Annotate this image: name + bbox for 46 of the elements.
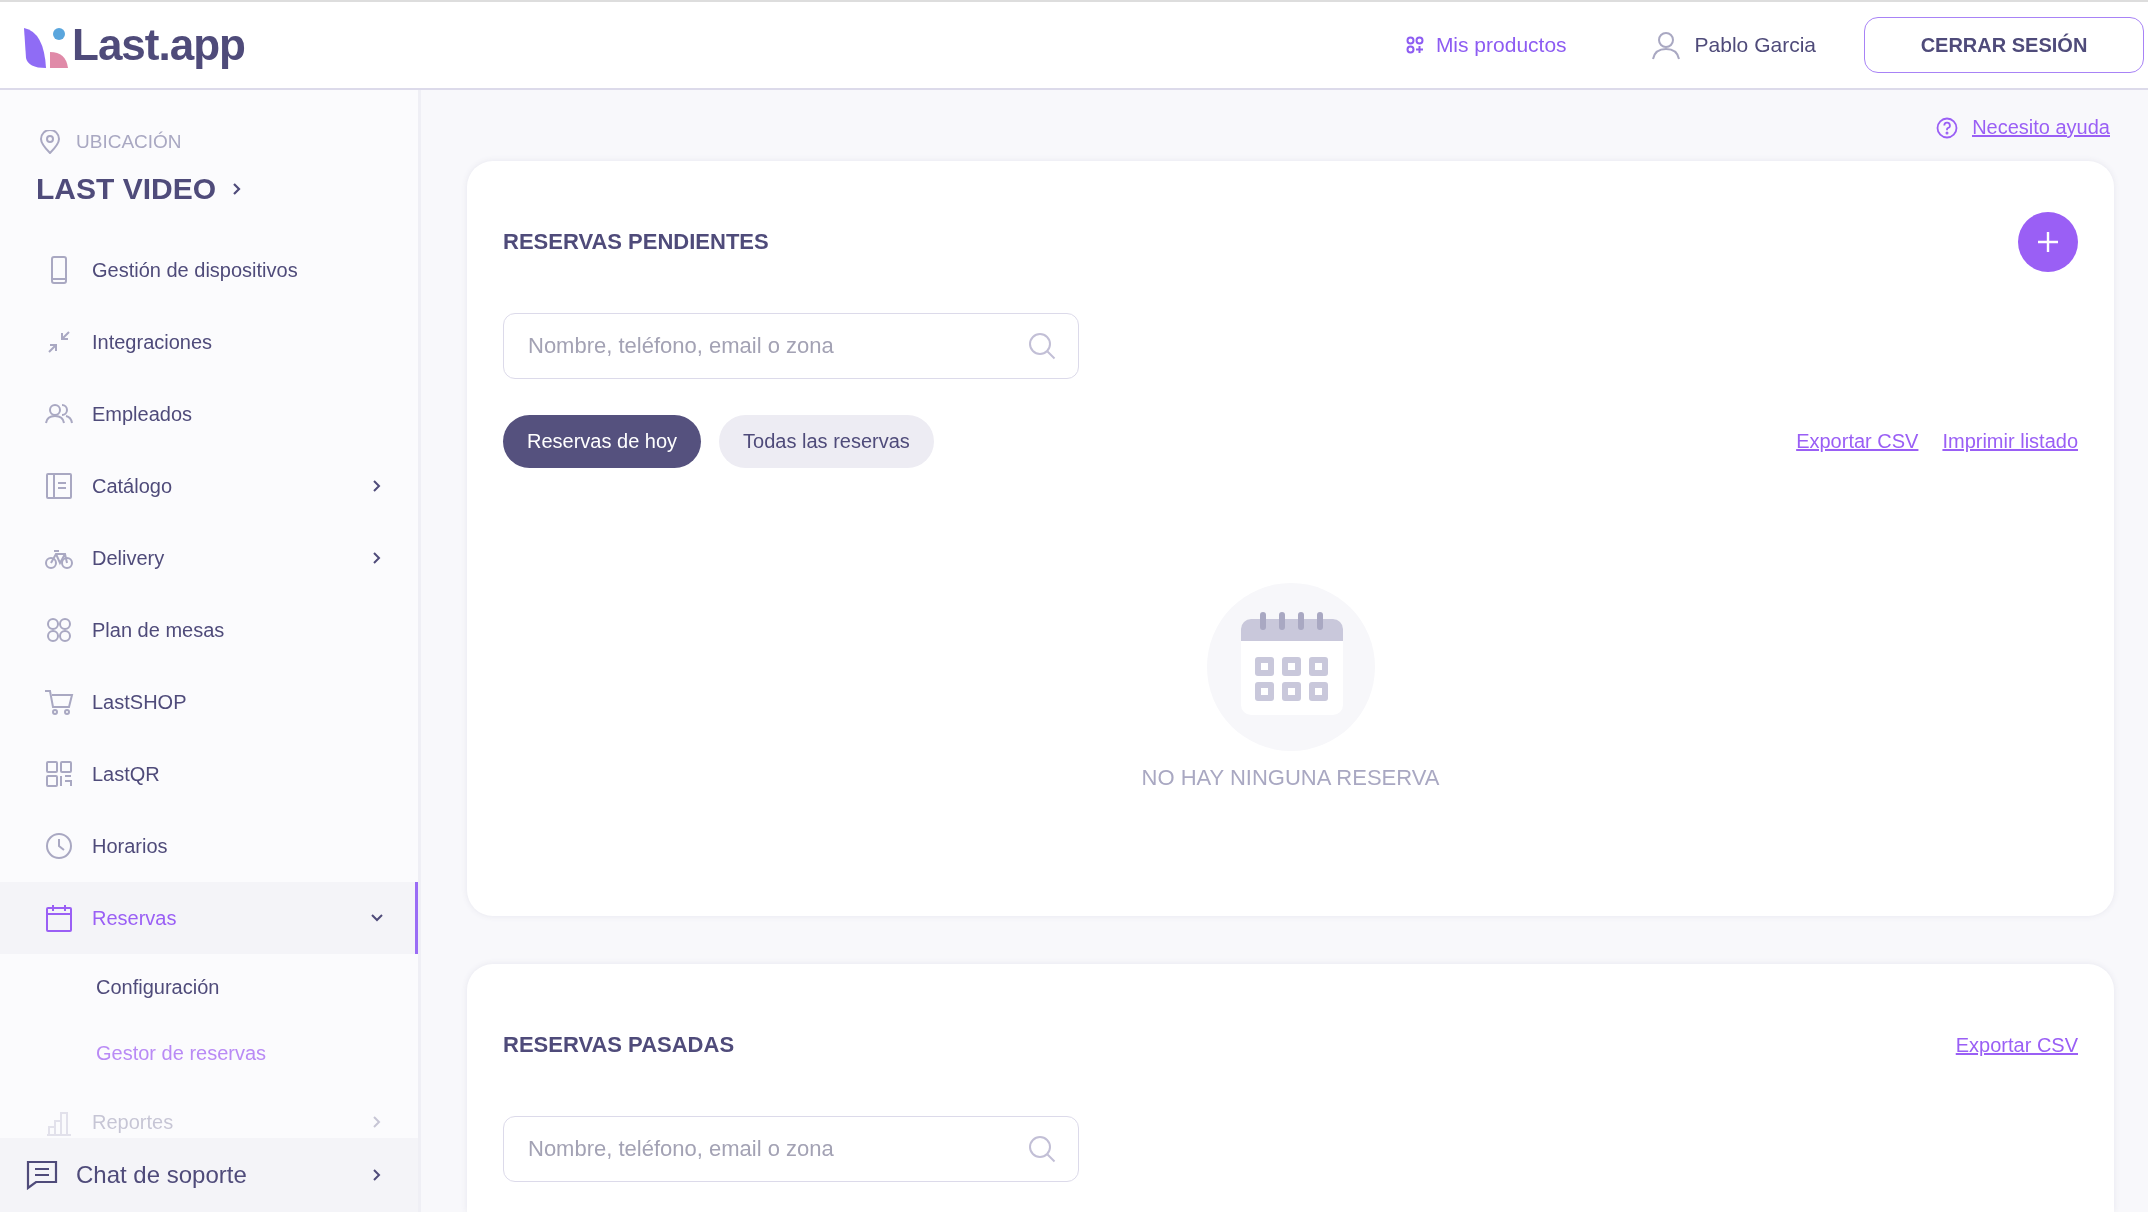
sidebar-item[interactable]: Reservas xyxy=(0,882,418,954)
circles-icon xyxy=(44,615,74,645)
sidebar-item[interactable]: Catálogo xyxy=(0,450,418,522)
sidebar-item[interactable]: Delivery xyxy=(0,522,418,594)
support-chat-bar[interactable]: Chat de soporte xyxy=(0,1138,418,1212)
search-field[interactable]: Nombre, teléfono, email o zona xyxy=(503,1116,1079,1182)
logout-button[interactable]: CERRAR SESIÓN xyxy=(1864,17,2144,73)
location-label: UBICACIÓN xyxy=(76,131,182,153)
clock-icon xyxy=(44,831,74,861)
plus-icon xyxy=(2036,230,2060,254)
search-icon xyxy=(1027,1134,1057,1164)
book-icon xyxy=(44,471,74,501)
location-selector[interactable]: LAST VIDEO xyxy=(0,154,418,206)
chevron-right-icon xyxy=(232,182,242,196)
card-title: RESERVAS PENDIENTES xyxy=(503,229,769,255)
add-button[interactable] xyxy=(2018,212,2078,272)
card-title: RESERVAS PASADAS xyxy=(503,1032,735,1058)
logo-icon xyxy=(24,26,68,70)
help-link[interactable]: Necesito ayuda xyxy=(1936,116,2110,139)
sidebar-item[interactable]: Empleados xyxy=(0,378,418,450)
logo-text: Last.app xyxy=(72,20,245,70)
user-icon xyxy=(1650,30,1681,60)
submenu-item[interactable]: Configuración xyxy=(0,954,418,1020)
location-pin-icon xyxy=(40,130,60,154)
chat-icon xyxy=(26,1160,58,1190)
apps-icon xyxy=(1405,36,1424,54)
sidebar-item[interactable]: LastQR xyxy=(0,738,418,810)
export-link[interactable]: Imprimir listado xyxy=(1942,430,2078,453)
products-link[interactable]: Mis productos xyxy=(1405,33,1567,57)
search-icon xyxy=(1027,331,1057,361)
user-name: Pablo Garcia xyxy=(1694,33,1816,57)
export-link[interactable]: Exportar CSV xyxy=(1796,430,1919,453)
search-field[interactable]: Nombre, teléfono, email o zona xyxy=(503,313,1079,379)
export-link[interactable]: Exportar CSV xyxy=(1955,1033,2078,1057)
empty-message: NO HAY NINGUNA RESERVA xyxy=(1141,765,1440,791)
qr-code-icon xyxy=(44,759,74,789)
sidebar-item[interactable]: Plan de mesas xyxy=(0,594,418,666)
filter-tab[interactable]: Reservas de hoy xyxy=(503,415,702,468)
sidebar-item[interactable]: Horarios xyxy=(0,810,418,882)
sidebar-item[interactable]: Integraciones xyxy=(0,306,418,378)
sidebar-item[interactable]: LastSHOP xyxy=(0,666,418,738)
calendar-icon xyxy=(44,903,74,933)
help-icon xyxy=(1936,116,1959,139)
filter-tab[interactable]: Todas las reservas xyxy=(719,415,934,468)
sidebar-item[interactable]: Gestión de dispositivos xyxy=(0,234,418,306)
cart-icon xyxy=(44,687,74,717)
